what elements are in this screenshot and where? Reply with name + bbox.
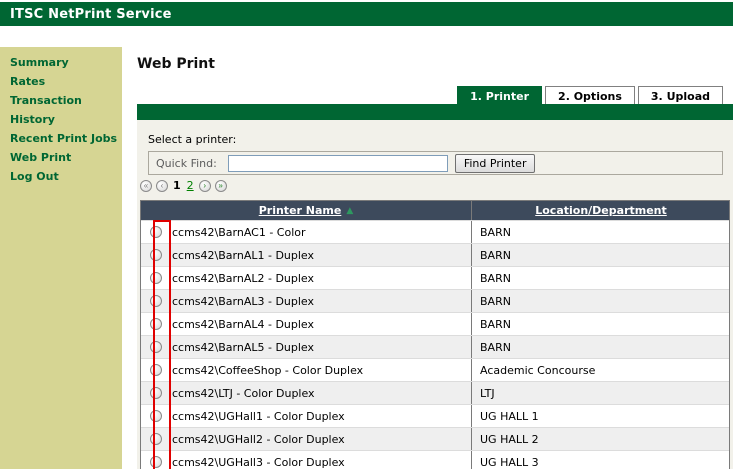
- printer-radio[interactable]: [150, 249, 162, 261]
- location-column-header: Location/Department: [471, 201, 730, 220]
- find-printer-button[interactable]: Find Printer: [455, 154, 536, 173]
- printer-location-cell: BARN: [471, 336, 730, 358]
- app-header: ITSC NetPrint Service: [0, 2, 733, 26]
- table-row: ccms42\BarnAL3 - Duplex BARN: [141, 289, 729, 312]
- printer-select-panel: Select a printer: Quick Find: Find Print…: [137, 120, 733, 469]
- printer-radio[interactable]: [150, 364, 162, 376]
- table-row: ccms42\BarnAC1 - Color BARN: [141, 220, 729, 243]
- printer-radio-cell: [141, 267, 171, 289]
- sidebar-item-transaction-history[interactable]: Transaction History: [0, 91, 122, 129]
- printer-table: Printer Name ▲ Location/Department ccms4…: [140, 200, 730, 469]
- sort-asc-icon: ▲: [346, 206, 353, 216]
- printer-radio-cell: [141, 428, 171, 450]
- printer-radio[interactable]: [150, 295, 162, 307]
- printer-location-cell: UG HALL 2: [471, 428, 730, 450]
- printer-table-header: Printer Name ▲ Location/Department: [141, 201, 729, 220]
- printer-location-cell: Academic Concourse: [471, 359, 730, 381]
- quick-find-box: Quick Find: Find Printer: [148, 151, 723, 175]
- printer-name-column-header: Printer Name ▲: [141, 201, 471, 220]
- printer-name-sort-link[interactable]: Printer Name: [259, 204, 342, 217]
- printer-name-cell: ccms42\BarnAL4 - Duplex: [171, 313, 471, 335]
- table-row: ccms42\UGHall3 - Color Duplex UG HALL 3: [141, 450, 729, 469]
- printer-radio[interactable]: [150, 387, 162, 399]
- printer-name-cell: ccms42\BarnAL2 - Duplex: [171, 267, 471, 289]
- printer-name-cell: ccms42\CoffeeShop - Color Duplex: [171, 359, 471, 381]
- tab-options[interactable]: 2. Options: [545, 86, 635, 104]
- table-row: ccms42\BarnAL5 - Duplex BARN: [141, 335, 729, 358]
- printer-name-cell: ccms42\BarnAL5 - Duplex: [171, 336, 471, 358]
- prev-page-icon[interactable]: ‹: [156, 180, 168, 192]
- printer-location-cell: BARN: [471, 313, 730, 335]
- sidebar-item-rates[interactable]: Rates: [0, 72, 122, 91]
- printer-radio[interactable]: [150, 433, 162, 445]
- current-page-number: 1: [173, 179, 181, 192]
- green-divider-bar: [137, 104, 733, 120]
- printer-radio-cell: [141, 244, 171, 266]
- pagination: « ‹ 1 2 › »: [140, 179, 227, 192]
- printer-radio-cell: [141, 382, 171, 404]
- table-row: ccms42\BarnAL1 - Duplex BARN: [141, 243, 729, 266]
- printer-radio[interactable]: [150, 318, 162, 330]
- printer-radio-cell: [141, 405, 171, 427]
- page-title: Web Print: [137, 56, 215, 72]
- printer-location-cell: UG HALL 3: [471, 451, 730, 469]
- table-row: ccms42\BarnAL2 - Duplex BARN: [141, 266, 729, 289]
- printer-location-cell: BARN: [471, 290, 730, 312]
- netprint-page: ITSC NetPrint Service Summary Rates Tran…: [0, 0, 733, 469]
- printer-name-cell: ccms42\BarnAC1 - Color: [171, 221, 471, 243]
- page-2-link[interactable]: 2: [187, 179, 194, 192]
- printer-name-cell: ccms42\UGHall1 - Color Duplex: [171, 405, 471, 427]
- printer-location-cell: UG HALL 1: [471, 405, 730, 427]
- wizard-tabs: 1. Printer 2. Options 3. Upload: [457, 86, 723, 104]
- printer-location-cell: LTJ: [471, 382, 730, 404]
- printer-radio-cell: [141, 451, 171, 469]
- table-row: ccms42\LTJ - Color Duplex LTJ: [141, 381, 729, 404]
- printer-radio-cell: [141, 359, 171, 381]
- printer-location-cell: BARN: [471, 244, 730, 266]
- select-printer-label: Select a printer:: [148, 133, 236, 146]
- printer-radio[interactable]: [150, 272, 162, 284]
- printer-name-cell: ccms42\BarnAL1 - Duplex: [171, 244, 471, 266]
- printer-location-cell: BARN: [471, 267, 730, 289]
- printer-name-cell: ccms42\LTJ - Color Duplex: [171, 382, 471, 404]
- location-sort-link[interactable]: Location/Department: [535, 204, 667, 217]
- printer-name-cell: ccms42\BarnAL3 - Duplex: [171, 290, 471, 312]
- table-row: ccms42\BarnAL4 - Duplex BARN: [141, 312, 729, 335]
- printer-radio-cell: [141, 336, 171, 358]
- sidebar-item-log-out[interactable]: Log Out: [0, 167, 122, 186]
- table-body: ccms42\BarnAC1 - Color BARN ccms42\BarnA…: [141, 220, 729, 469]
- tab-upload[interactable]: 3. Upload: [638, 86, 723, 104]
- sidebar: Summary Rates Transaction History Recent…: [0, 47, 122, 469]
- printer-radio[interactable]: [150, 341, 162, 353]
- quick-find-label: Quick Find:: [156, 157, 217, 170]
- printer-radio[interactable]: [150, 226, 162, 238]
- next-page-icon[interactable]: ›: [199, 180, 211, 192]
- first-page-icon[interactable]: «: [140, 180, 152, 192]
- last-page-icon[interactable]: »: [215, 180, 227, 192]
- printer-name-cell: ccms42\UGHall3 - Color Duplex: [171, 451, 471, 469]
- table-row: ccms42\CoffeeShop - Color Duplex Academi…: [141, 358, 729, 381]
- printer-radio-cell: [141, 290, 171, 312]
- sidebar-item-web-print[interactable]: Web Print: [0, 148, 122, 167]
- tab-printer[interactable]: 1. Printer: [457, 86, 542, 104]
- printer-location-cell: BARN: [471, 221, 730, 243]
- printer-radio-cell: [141, 221, 171, 243]
- printer-name-cell: ccms42\UGHall2 - Color Duplex: [171, 428, 471, 450]
- app-title: ITSC NetPrint Service: [0, 7, 172, 22]
- sidebar-item-recent-print-jobs[interactable]: Recent Print Jobs: [0, 129, 122, 148]
- printer-radio[interactable]: [150, 456, 162, 468]
- sidebar-item-summary[interactable]: Summary: [0, 53, 122, 72]
- printer-radio[interactable]: [150, 410, 162, 422]
- quick-find-input[interactable]: [228, 155, 448, 172]
- table-row: ccms42\UGHall2 - Color Duplex UG HALL 2: [141, 427, 729, 450]
- printer-radio-cell: [141, 313, 171, 335]
- table-row: ccms42\UGHall1 - Color Duplex UG HALL 1: [141, 404, 729, 427]
